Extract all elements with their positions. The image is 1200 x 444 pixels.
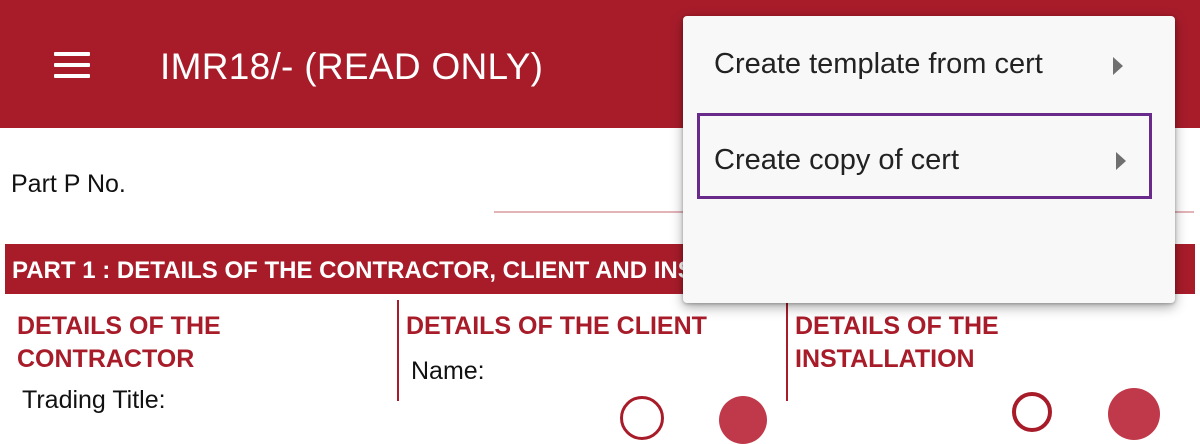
client-heading: DETAILS OF THE CLIENT: [406, 312, 707, 340]
column-divider: [786, 300, 788, 401]
menu-line: [54, 74, 90, 78]
context-menu: Create template from cert Create copy of…: [683, 16, 1175, 303]
menu-item-label: Create template from cert: [714, 48, 1043, 80]
menu-item-create-copy[interactable]: Create copy of cert: [683, 116, 1175, 206]
hamburger-menu-icon[interactable]: [48, 44, 96, 84]
submenu-arrow-icon: [1116, 152, 1126, 170]
page-title: IMR18/- (READ ONLY): [160, 46, 544, 87]
client-name-label: Name:: [411, 357, 485, 385]
contractor-heading: DETAILS OF THE CONTRACTOR: [17, 312, 221, 373]
menu-line: [54, 63, 90, 67]
installation-heading: DETAILS OF THE INSTALLATION: [795, 312, 999, 373]
installation-location-icon[interactable]: [1012, 392, 1052, 432]
client-lookup-icon[interactable]: [620, 396, 664, 440]
installation-add-icon[interactable]: [1108, 388, 1160, 440]
column-divider: [397, 300, 399, 401]
menu-item-label: Create copy of cert: [714, 144, 959, 176]
menu-item-create-template[interactable]: Create template from cert: [683, 20, 1175, 110]
part-p-label: Part P No.: [11, 170, 126, 198]
client-add-icon[interactable]: [719, 396, 767, 444]
menu-line: [54, 52, 90, 56]
submenu-arrow-icon: [1113, 57, 1123, 75]
